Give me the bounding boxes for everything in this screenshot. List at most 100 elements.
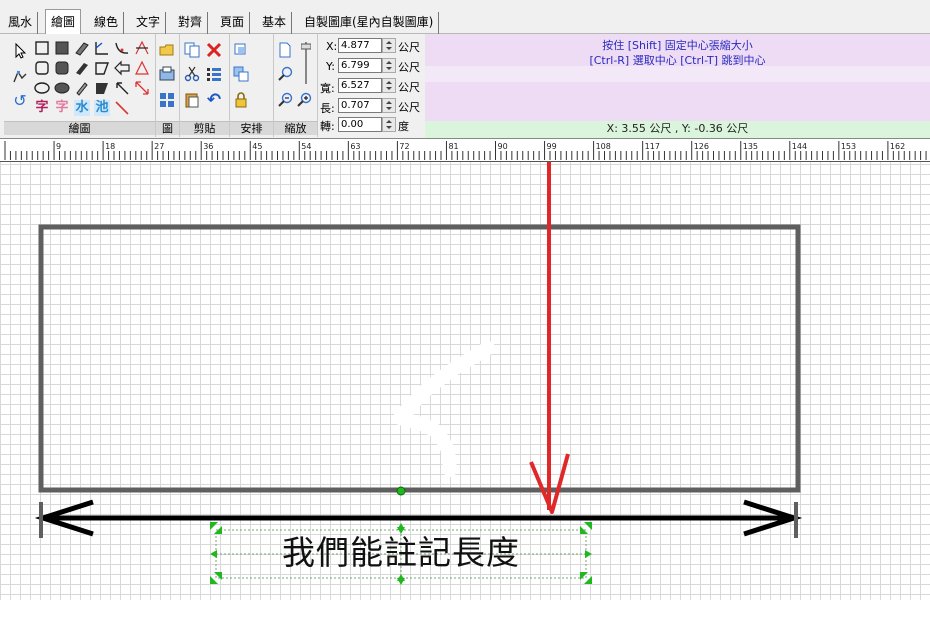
polyline-tool-icon[interactable] — [94, 40, 110, 56]
closed-curve-tool-icon[interactable] — [134, 60, 150, 76]
ellipse-tool-icon[interactable] — [34, 80, 50, 96]
rotation-handle[interactable] — [396, 486, 406, 496]
zoom-out-icon[interactable] — [277, 92, 293, 108]
cut-icon[interactable] — [184, 66, 200, 82]
filled-polygon-tool-icon[interactable] — [94, 80, 110, 96]
group-zoom: 縮放 — [274, 34, 318, 137]
width-label: 寬: — [320, 82, 335, 95]
group-clipboard: ↶ 剪貼 — [180, 34, 230, 137]
bezier-tool-icon[interactable] — [134, 40, 150, 56]
line-tool-icon[interactable] — [114, 100, 130, 116]
tab-page[interactable]: 頁面 — [215, 12, 251, 34]
zoom-in-icon[interactable] — [296, 92, 312, 108]
ruler-label: 72 — [399, 142, 409, 151]
length-field[interactable] — [338, 98, 382, 113]
ruler-label: 18 — [105, 142, 115, 151]
dimension-text-label[interactable]: 我們能註記長度 — [228, 532, 574, 574]
ruler-label: 99 — [547, 142, 557, 151]
rounded-rectangle-tool-icon[interactable] — [34, 60, 50, 76]
ruler-label: 9 — [56, 142, 61, 151]
rotation-field[interactable] — [338, 117, 382, 132]
hint-panel: 按住 [Shift] 固定中心張縮大小 [Ctrl-R] 選取中心 [Ctrl-… — [425, 34, 930, 122]
rectangle-shape[interactable] — [38, 224, 801, 493]
hint-band — [425, 66, 930, 82]
undo-icon[interactable]: ↶ — [206, 92, 222, 109]
group-label-picture: 圖 — [156, 121, 179, 135]
rotation-unit: 度 — [398, 120, 409, 133]
length-label: 長: — [320, 102, 335, 115]
group-label-zoom: 縮放 — [274, 121, 317, 135]
ribbon-toolbar: ↺ 字 字 水 池 繪圖 圖 ↶ 剪貼 安排 縮放 X: 4.877 公尺 Y:… — [0, 34, 930, 138]
page-view-icon[interactable] — [277, 42, 293, 58]
width-spinner[interactable] — [382, 78, 396, 93]
water-tool-icon[interactable]: 水 — [74, 100, 90, 116]
delete-icon[interactable] — [206, 42, 222, 58]
width-unit: 公尺 — [398, 81, 420, 94]
rotate-icon[interactable]: ↺ — [12, 93, 28, 109]
group-picture: 圖 — [156, 34, 180, 137]
hint-line-2: [Ctrl-R] 選取中心 [Ctrl-T] 跳到中心 — [589, 54, 766, 67]
group-geometry-fields: X: 公尺 Y: 公尺 寬: 公尺 長: 公尺 轉: 度 — [318, 34, 425, 137]
tab-draw[interactable]: 繪圖 — [45, 9, 82, 35]
horizontal-ruler: 9 18 27 36 45 54 63 72 81 90 99 108 117 126 135 144 153 1… — [0, 138, 930, 162]
freehand-tool-icon[interactable] — [74, 40, 90, 56]
ruler-label: 117 — [645, 142, 660, 151]
node-edit-icon[interactable] — [12, 68, 28, 84]
tab-basic[interactable]: 基本 — [257, 12, 293, 34]
filled-rectangle-tool-icon[interactable] — [54, 40, 70, 56]
text-tool-icon[interactable]: 字 — [34, 100, 50, 116]
width-field[interactable] — [338, 78, 382, 93]
outline-text-tool-icon[interactable]: 字 — [54, 100, 70, 116]
x-spinner[interactable] — [382, 38, 396, 53]
tab-fengshui[interactable]: 風水 — [3, 12, 39, 34]
hint-line-1: 按住 [Shift] 固定中心張縮大小 — [602, 39, 753, 52]
group-label-clipboard: 剪貼 — [180, 121, 229, 135]
length-unit: 公尺 — [398, 101, 420, 114]
ruler-ticks: 9 18 27 36 45 54 63 72 81 90 99 108 117 126 135 144 153 1… — [4, 141, 927, 160]
rectangle-tool-icon[interactable] — [34, 40, 50, 56]
x-field[interactable] — [338, 38, 382, 53]
select-pointer-icon[interactable] — [12, 42, 28, 59]
y-spinner[interactable] — [382, 58, 396, 73]
rotation-spinner[interactable] — [382, 117, 396, 132]
copy-icon[interactable] — [184, 42, 200, 58]
group-draw: ↺ 字 字 水 池 繪圖 — [4, 34, 156, 137]
double-arrow-tool-icon[interactable] — [134, 80, 150, 96]
group-label-draw: 繪圖 — [4, 121, 155, 135]
polygon-tool-icon[interactable] — [94, 60, 110, 76]
pen-tool-icon[interactable] — [74, 80, 90, 96]
drawing-canvas[interactable]: 我們能註記長度 — [0, 162, 930, 600]
insert-picture-icon[interactable] — [159, 66, 175, 82]
bring-forward-icon[interactable] — [233, 42, 249, 58]
tab-custom-library[interactable]: 自製圖庫(星內自製圖庫) — [299, 12, 440, 34]
send-backward-icon[interactable] — [233, 66, 249, 82]
tab-line-color[interactable]: 線色 — [89, 12, 125, 34]
open-picture-icon[interactable] — [159, 42, 175, 58]
pool-tool-icon[interactable]: 池 — [94, 100, 110, 116]
line-arrow-tool-icon[interactable] — [114, 80, 130, 96]
app-window: 風水 繪圖 線色 文字 對齊 頁面 基本 自製圖庫(星內自製圖庫) ↺ 字 字 … — [0, 0, 930, 630]
group-arrange: 安排 — [230, 34, 274, 137]
x-unit: 公尺 — [398, 41, 420, 54]
freehand-fill-tool-icon[interactable] — [74, 60, 90, 76]
paste-icon[interactable] — [184, 92, 200, 108]
length-spinner[interactable] — [382, 98, 396, 113]
white-brush-stroke — [393, 341, 495, 477]
ruler-label: 45 — [252, 142, 262, 151]
ruler-label: 36 — [203, 142, 213, 151]
zoom-slider[interactable] — [300, 40, 312, 86]
curve-tool-icon[interactable] — [114, 40, 130, 56]
tab-text[interactable]: 文字 — [131, 12, 167, 34]
ruler-label: 135 — [743, 142, 758, 151]
lock-icon[interactable] — [233, 92, 249, 108]
y-field[interactable] — [338, 58, 382, 73]
filled-rounded-rectangle-tool-icon[interactable] — [54, 60, 70, 76]
zoom-icon[interactable] — [277, 66, 293, 82]
list-icon[interactable] — [206, 66, 222, 82]
tab-align[interactable]: 對齊 — [173, 12, 209, 34]
group-label-arrange: 安排 — [230, 121, 273, 135]
filled-ellipse-tool-icon[interactable] — [54, 80, 70, 96]
x-label: X: — [326, 40, 338, 53]
picture-grid-icon[interactable] — [159, 92, 175, 108]
arrow-shape-tool-icon[interactable] — [114, 60, 130, 76]
